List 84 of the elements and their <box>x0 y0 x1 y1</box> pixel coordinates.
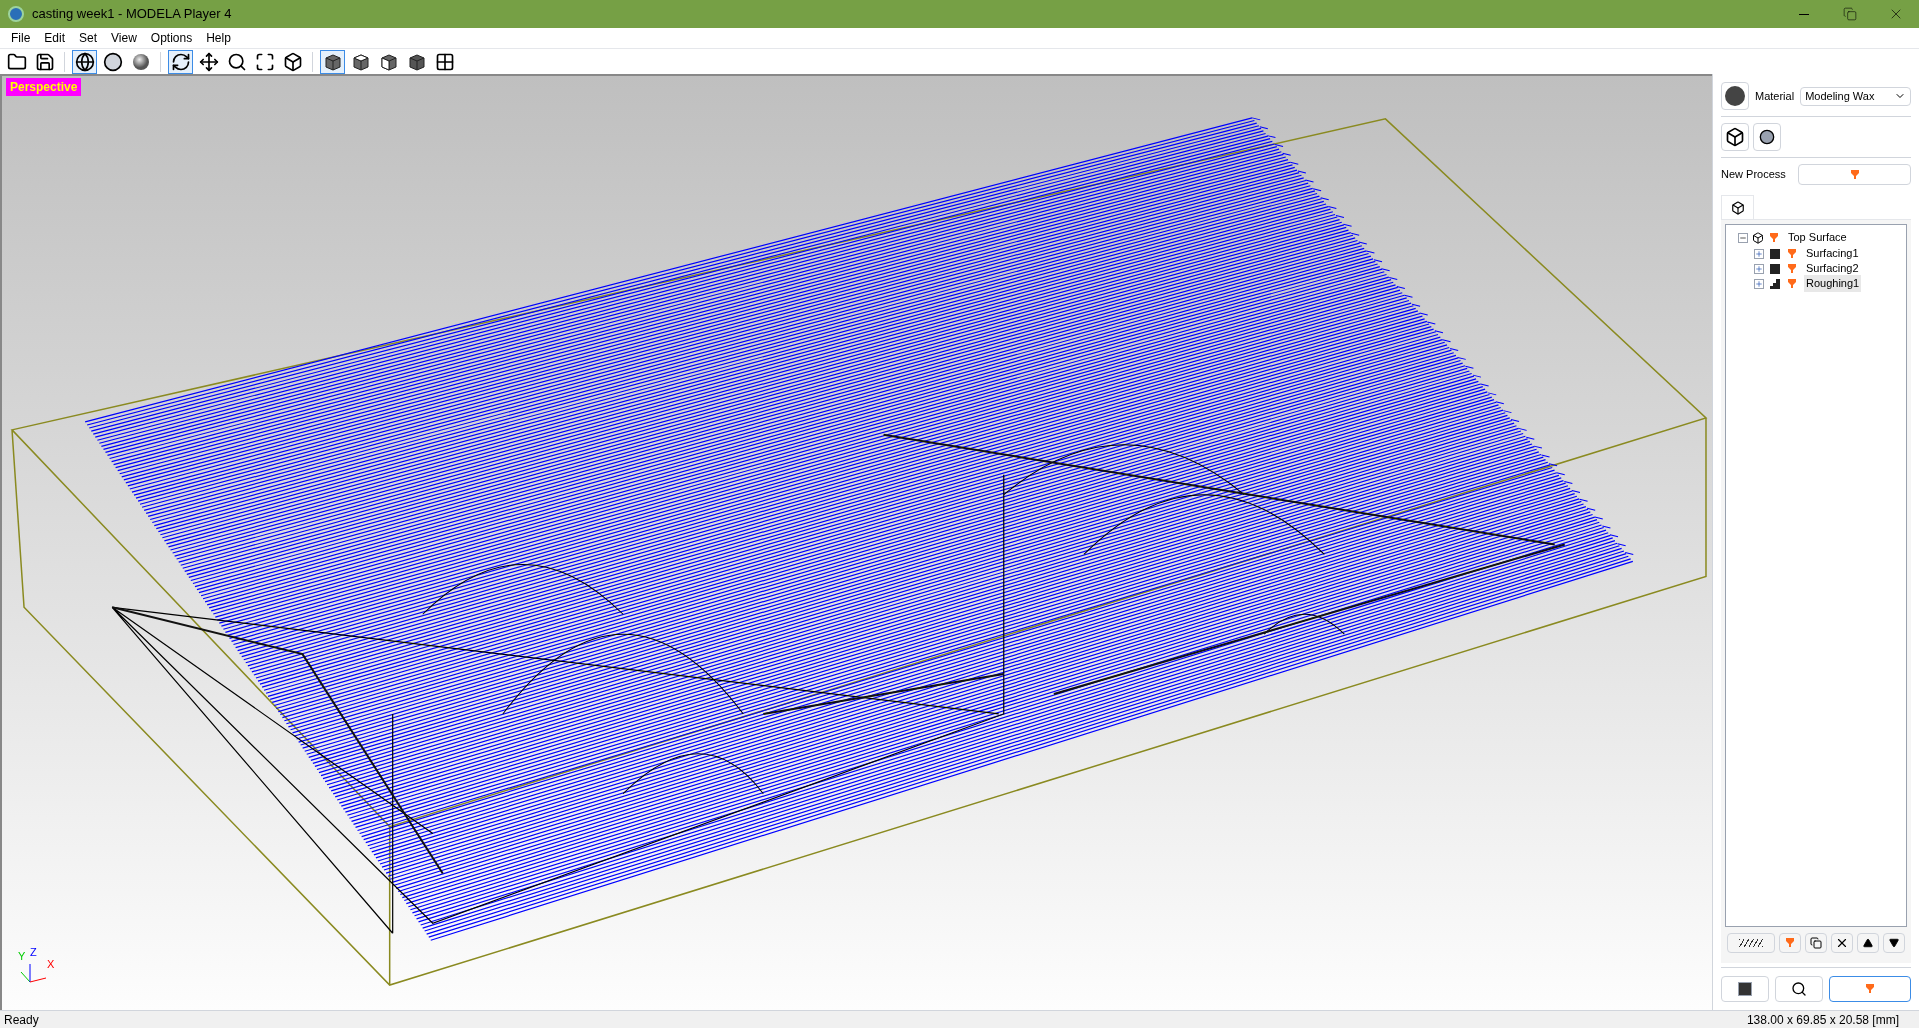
restore-icon <box>1843 7 1857 21</box>
delete-button[interactable] <box>1831 933 1853 953</box>
folder-icon <box>6 51 27 72</box>
minimize-icon <box>1799 13 1809 15</box>
fit-model-icon <box>282 51 303 72</box>
tree-item[interactable]: Roughing1 <box>1804 275 1862 292</box>
hatch-icon <box>1739 939 1763 947</box>
new-process-label: New Process <box>1721 167 1786 183</box>
copy-icon <box>1810 937 1822 949</box>
delete-icon <box>1835 936 1849 950</box>
expand-toggle[interactable] <box>1754 248 1764 259</box>
sphere-icon <box>102 51 123 72</box>
pan-icon <box>198 51 219 72</box>
square-icon <box>1738 982 1752 996</box>
box-icon <box>1725 127 1745 147</box>
axis-label: Y <box>18 948 26 964</box>
toolbar-button[interactable] <box>72 49 97 74</box>
up-triangle-icon <box>1863 938 1873 948</box>
collapse-toggle[interactable] <box>1738 232 1748 243</box>
expand-toggle[interactable] <box>1754 278 1764 289</box>
square-icon <box>1770 263 1780 274</box>
save-icon <box>34 51 55 72</box>
3d-viewport[interactable]: Perspective Y Z X <box>0 74 1712 1010</box>
window-title: casting week1 - MODELA Player 4 <box>32 5 232 24</box>
material-dropdown[interactable]: Modeling Wax <box>1800 86 1911 106</box>
plus-icon <box>1755 264 1763 273</box>
material-label: Material <box>1755 88 1795 104</box>
view-mode-label: Perspective <box>6 78 82 96</box>
stock-box-button[interactable] <box>1721 123 1749 151</box>
cube-icon <box>1752 231 1764 244</box>
menu-item[interactable]: View <box>104 29 144 47</box>
tree-item[interactable]: Top Surface <box>1784 229 1851 246</box>
toolbar-button[interactable] <box>320 49 345 74</box>
cutter-icon <box>1786 247 1798 260</box>
menu-item[interactable]: Edit <box>37 29 73 47</box>
cube-view-icon <box>350 51 371 72</box>
menu-item[interactable]: Help <box>199 29 238 47</box>
model-tab[interactable] <box>1721 195 1754 219</box>
cutter-icon <box>1786 262 1798 275</box>
move-up-button[interactable] <box>1857 933 1879 953</box>
move-down-button[interactable] <box>1883 933 1905 953</box>
magnifier-icon <box>1791 981 1807 997</box>
plus-icon <box>1755 279 1763 288</box>
toolbar-button[interactable] <box>168 49 193 74</box>
tool-check-button[interactable] <box>1779 933 1801 953</box>
fit-view-icon <box>254 51 275 72</box>
tree-item[interactable]: Surfacing2 <box>1804 260 1861 277</box>
cutter-icon <box>1864 983 1876 995</box>
expand-toggle[interactable] <box>1754 263 1764 274</box>
zoom-icon <box>226 51 247 72</box>
stairs-icon <box>1770 278 1780 289</box>
axis-label: X <box>47 956 55 972</box>
menu-item[interactable]: File <box>4 29 38 47</box>
multi-view-icon <box>434 51 455 72</box>
wireframe-sphere-icon <box>74 51 95 72</box>
material-button[interactable] <box>1721 82 1749 110</box>
square-icon <box>1770 248 1780 259</box>
cube-view-icon <box>322 51 343 72</box>
plus-icon <box>1755 249 1763 258</box>
status-text: Ready <box>4 1011 39 1028</box>
cut-button[interactable] <box>1829 976 1911 1002</box>
axis-label: Z <box>30 944 37 960</box>
preview-button[interactable] <box>1721 976 1769 1002</box>
rotate-icon <box>170 51 191 72</box>
cutter-icon <box>1848 168 1861 181</box>
shaded-sphere-icon <box>130 51 151 72</box>
compass-icon <box>1725 86 1745 106</box>
tree-item[interactable]: Surfacing1 <box>1804 245 1861 262</box>
origin-button[interactable] <box>1753 123 1781 151</box>
cube-view-icon <box>406 51 427 72</box>
simulation-button[interactable] <box>1775 976 1823 1002</box>
menu-item[interactable]: Options <box>143 29 200 47</box>
down-triangle-icon <box>1889 938 1899 948</box>
cube-view-icon <box>378 51 399 72</box>
dimensions-text: 138.00 x 69.85 x 20.58 [mm] <box>1746 1011 1899 1028</box>
cutter-icon <box>1768 231 1780 244</box>
cutter-icon <box>1786 277 1798 290</box>
menu-item[interactable]: Set <box>72 29 105 47</box>
toolpath-button[interactable] <box>1727 933 1775 953</box>
box-icon <box>1730 200 1745 215</box>
cutter-icon <box>1784 937 1796 949</box>
copy-button[interactable] <box>1805 933 1827 953</box>
app-icon <box>8 6 24 22</box>
ball-icon <box>1759 129 1775 145</box>
